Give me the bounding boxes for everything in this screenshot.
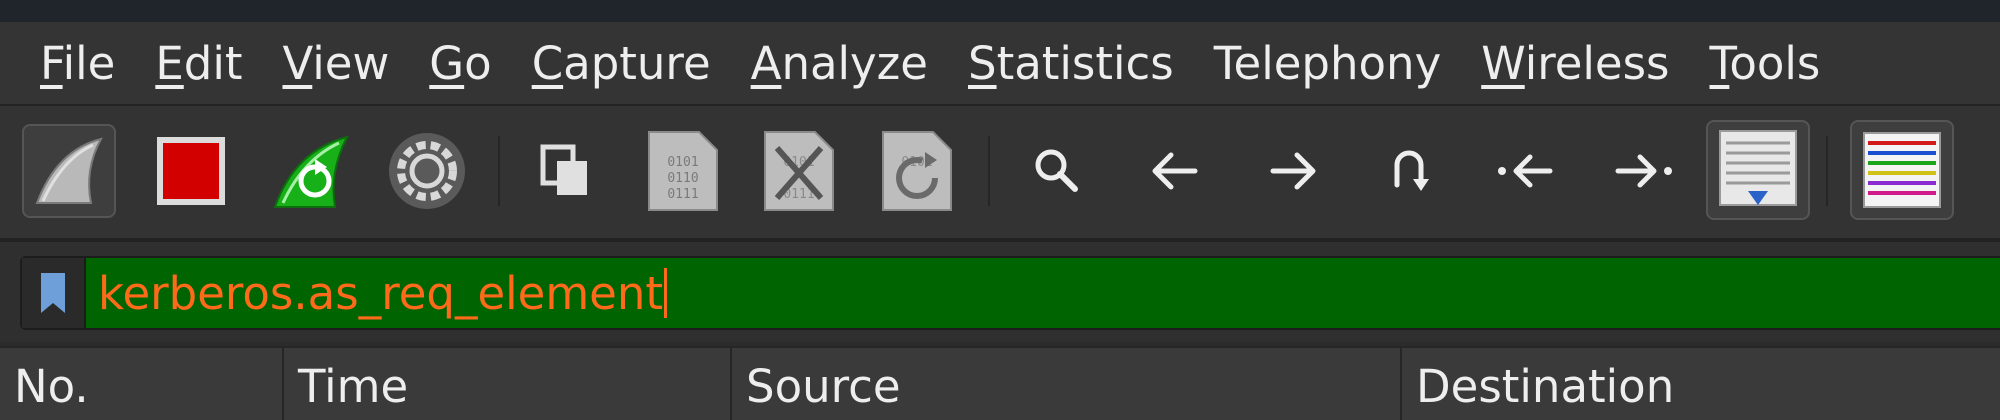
menu-go[interactable]: Go — [409, 41, 511, 86]
auto-scroll-icon — [1719, 130, 1797, 206]
menu-file-label: ile — [62, 36, 116, 90]
column-header-no[interactable]: No. — [0, 348, 284, 420]
restart-capture-button[interactable] — [264, 124, 358, 218]
menu-tools[interactable]: Tools — [1690, 41, 1841, 86]
column-header-time[interactable]: Time — [284, 348, 732, 420]
column-header-source[interactable]: Source — [732, 348, 1402, 420]
go-forward-button[interactable] — [1246, 124, 1340, 218]
menu-go-label: o — [464, 36, 492, 90]
go-first-packet-button[interactable] — [1480, 124, 1574, 218]
save-file-icon: 0101 0110 0111 — [648, 131, 718, 211]
restart-capture-icon — [273, 135, 349, 208]
menu-wireless[interactable]: Wireless — [1461, 41, 1689, 86]
find-packet-icon — [1035, 149, 1078, 192]
go-last-packet-button[interactable] — [1596, 124, 1690, 218]
auto-scroll-button[interactable] — [1706, 120, 1810, 220]
close-file-icon: 0101 0111 — [764, 131, 834, 211]
stop-capture-icon — [157, 137, 225, 205]
close-file-button[interactable]: 0101 0111 — [752, 124, 846, 218]
svg-text:0101: 0101 — [667, 155, 698, 170]
capture-options-button[interactable] — [380, 124, 474, 218]
toolbar-separator — [988, 136, 990, 206]
menu-tools-mnemonic: T — [1709, 36, 1730, 90]
menu-wireless-mnemonic: W — [1481, 36, 1525, 90]
start-capture-icon — [35, 137, 103, 204]
filter-bookmark-button[interactable] — [22, 258, 86, 328]
open-file-icon — [540, 144, 587, 195]
menu-telephony[interactable]: Telephony — [1194, 41, 1461, 86]
packet-list-header: No. Time Source Destination — [0, 346, 2000, 420]
toolbar-separator — [1826, 136, 1828, 206]
column-header-destination[interactable]: Destination — [1402, 348, 2000, 420]
colorize-button[interactable] — [1850, 120, 1954, 220]
menu-bar: File Edit View Go Capture Analyze Statis… — [0, 22, 2000, 106]
go-first-packet-icon — [1498, 154, 1553, 188]
capture-options-icon — [389, 133, 465, 209]
find-packet-button[interactable] — [1010, 124, 1104, 218]
go-back-icon — [1152, 152, 1198, 190]
menu-statistics-label: tatistics — [996, 36, 1174, 90]
wireshark-window: File Edit View Go Capture Analyze Statis… — [0, 0, 2000, 420]
colorize-icon — [1863, 132, 1941, 208]
go-to-packet-button[interactable] — [1362, 124, 1456, 218]
menu-edit-label: dit — [183, 36, 243, 90]
menu-view[interactable]: View — [262, 41, 409, 86]
reload-file-button[interactable]: 0101 — [870, 124, 964, 218]
svg-text:0111: 0111 — [667, 187, 698, 202]
menu-capture-mnemonic: C — [531, 36, 564, 90]
svg-text:0110: 0110 — [667, 171, 698, 186]
menu-statistics-mnemonic: S — [967, 36, 997, 90]
start-capture-button[interactable] — [22, 124, 116, 218]
save-file-button[interactable]: 0101 0110 0111 — [636, 124, 730, 218]
title-bar — [0, 0, 2000, 22]
display-filter-field[interactable]: kerberos.as_req_element — [20, 256, 2000, 330]
go-back-button[interactable] — [1128, 124, 1222, 218]
menu-wireless-label: ireless — [1524, 36, 1670, 90]
bookmark-icon — [41, 273, 65, 313]
menu-telephony-label: Telephony — [1213, 36, 1442, 90]
main-toolbar: 0101 0110 0111 0101 0111 0101 — [0, 106, 2000, 242]
go-forward-icon — [1270, 152, 1316, 190]
reload-file-icon: 0101 — [882, 131, 952, 211]
menu-edit[interactable]: Edit — [135, 41, 262, 86]
menu-view-mnemonic: V — [282, 36, 313, 90]
display-filter-input[interactable]: kerberos.as_req_element — [98, 258, 668, 328]
menu-analyze-label: nalyze — [781, 36, 928, 90]
stop-capture-button[interactable] — [144, 124, 238, 218]
go-to-packet-icon — [1394, 150, 1429, 191]
menu-go-mnemonic: G — [429, 36, 465, 90]
menu-analyze-mnemonic: A — [750, 36, 782, 90]
menu-statistics[interactable]: Statistics — [948, 41, 1194, 86]
display-filter-text: kerberos.as_req_element — [98, 266, 664, 320]
go-last-packet-icon — [1615, 154, 1672, 188]
open-file-button[interactable] — [518, 124, 612, 218]
menu-view-label: iew — [312, 36, 390, 90]
menu-analyze[interactable]: Analyze — [731, 41, 948, 86]
text-cursor — [664, 268, 668, 318]
toolbar-separator — [498, 136, 500, 206]
menu-edit-mnemonic: E — [155, 36, 184, 90]
menu-file-mnemonic: F — [40, 36, 63, 90]
menu-capture[interactable]: Capture — [512, 41, 731, 86]
menu-file[interactable]: File — [0, 41, 135, 86]
display-filter-bar: kerberos.as_req_element — [0, 242, 2000, 342]
menu-tools-label: ools — [1729, 36, 1821, 90]
menu-capture-label: apture — [563, 36, 711, 90]
